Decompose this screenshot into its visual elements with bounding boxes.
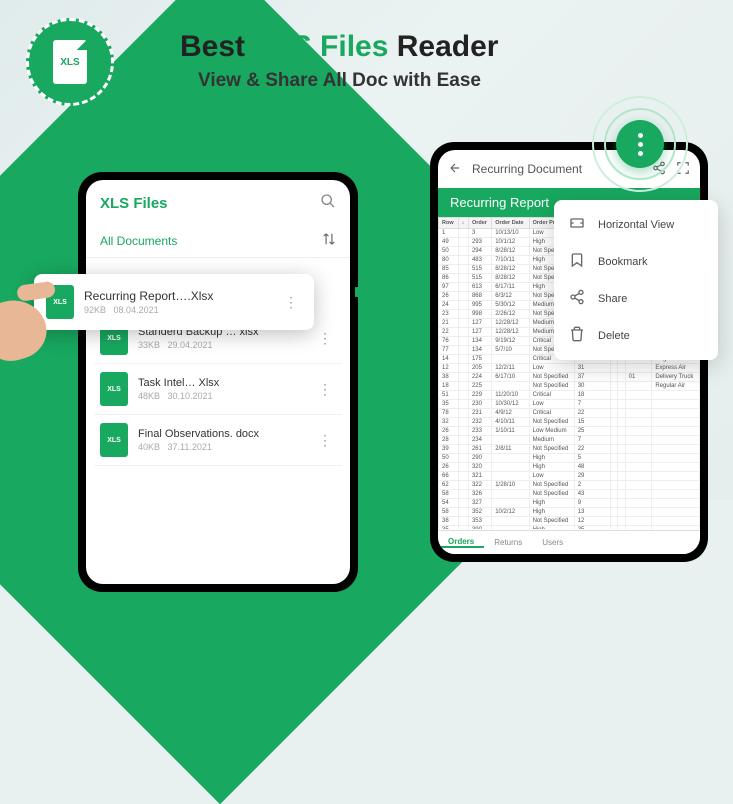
table-row[interactable]: 38353Not Specified12	[439, 517, 700, 526]
menu-label: Share	[598, 293, 627, 305]
sheet-tab-orders[interactable]: Orders	[438, 537, 484, 548]
document-title: Recurring Document	[472, 162, 582, 176]
more-icon[interactable]: ⋮	[280, 294, 302, 311]
arrow-icon	[355, 272, 425, 312]
tab-all-documents[interactable]: All Documents	[100, 234, 177, 248]
more-icon[interactable]: ⋮	[314, 432, 336, 449]
more-icon[interactable]: ⋮	[314, 381, 336, 398]
phone-file-list: XLS Files All Documents XLS Recurring Rep…	[78, 172, 358, 592]
menu-label: Horizontal View	[598, 219, 674, 231]
file-meta: 33KB 29.04.2021	[138, 340, 314, 350]
table-row[interactable]: 66321Low29	[439, 472, 700, 481]
fab-highlight-ring	[592, 96, 688, 192]
horizontal-view-icon	[568, 215, 586, 234]
more-options-fab[interactable]	[616, 120, 664, 168]
bookmark-icon	[568, 252, 586, 271]
table-row[interactable]: 782314/9/12Critical22	[439, 409, 700, 418]
xls-file-icon: XLS	[53, 40, 87, 84]
search-icon[interactable]	[320, 193, 336, 213]
table-row[interactable]: 392612/8/11Not Specified22	[439, 445, 700, 454]
table-row[interactable]: 26320High48	[439, 463, 700, 472]
file-name: Recurring Report….Xlsx	[84, 289, 280, 303]
xls-icon: XLS	[100, 372, 128, 406]
file-item[interactable]: XLS Task Intel… Xlsx 48KB 30.10.2021⋮	[94, 364, 342, 415]
sheet-tab-users[interactable]: Users	[532, 538, 573, 547]
table-row[interactable]: 1220512/2/11Low31Express Air	[439, 364, 700, 373]
table-row[interactable]: 35390High35	[439, 526, 700, 530]
file-card-highlighted[interactable]: XLS Recurring Report….Xlsx 92KB 08.04.20…	[34, 274, 314, 330]
table-row[interactable]: 5122911/20/10Critical18	[439, 391, 700, 400]
back-icon[interactable]	[448, 161, 462, 178]
table-row[interactable]: 58326Not Specified43	[439, 490, 700, 499]
share-icon	[568, 289, 586, 308]
table-row[interactable]: 382246/17/10Not Specified3701Delivery Tr…	[439, 373, 700, 382]
table-row[interactable]: 50290High5	[439, 454, 700, 463]
more-icon[interactable]: ⋮	[314, 330, 336, 347]
table-row[interactable]: 623221/28/10Not Specified2	[439, 481, 700, 490]
table-row[interactable]: 18225Not Specified30Regular Air	[439, 382, 700, 391]
sub-heading: View & Share All Doc with Ease	[198, 70, 481, 92]
table-row[interactable]: 5835210/2/12High13	[439, 508, 700, 517]
xls-icon: XLS	[100, 423, 128, 457]
menu-item-horizontal-view[interactable]: Horizontal View	[554, 206, 718, 243]
app-title: XLS Files	[100, 195, 168, 212]
table-row[interactable]: 262331/10/11Low Medium25	[439, 427, 700, 436]
file-name: Final Observations. docx	[138, 428, 314, 440]
file-name: Task Intel… Xlsx	[138, 377, 314, 389]
file-meta: 48KB 30.10.2021	[138, 391, 314, 401]
menu-label: Bookmark	[598, 256, 648, 268]
menu-item-share[interactable]: Share	[554, 280, 718, 317]
file-meta: 40KB 37.11.2021	[138, 442, 314, 452]
sheet-tab-returns[interactable]: Returns	[484, 538, 532, 547]
delete-icon	[568, 326, 586, 345]
sheet-tabs: OrdersReturnsUsers	[438, 530, 700, 554]
menu-label: Delete	[598, 330, 630, 342]
file-meta: 92KB 08.04.2021	[84, 305, 280, 315]
context-menu: Horizontal View Bookmark Share Delete	[554, 200, 718, 360]
menu-item-delete[interactable]: Delete	[554, 317, 718, 354]
table-row[interactable]: 28234Medium7	[439, 436, 700, 445]
menu-item-bookmark[interactable]: Bookmark	[554, 243, 718, 280]
table-row[interactable]: 3523010/30/12Low7	[439, 400, 700, 409]
xls-badge: XLS	[26, 18, 114, 106]
file-item[interactable]: XLS Final Observations. docx 40KB 37.11.20…	[94, 415, 342, 466]
main-heading: Best XLS Files Reader	[180, 30, 498, 64]
table-row[interactable]: 322324/10/11Not Specified15	[439, 418, 700, 427]
sort-icon[interactable]	[322, 232, 336, 249]
